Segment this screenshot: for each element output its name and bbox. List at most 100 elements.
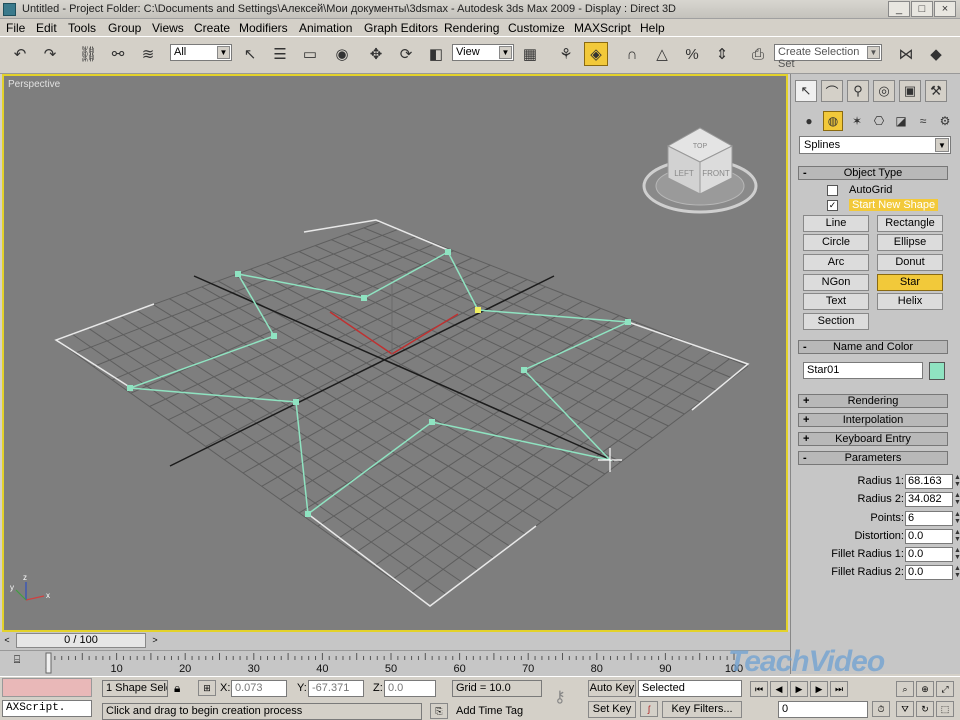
viewcube-icon[interactable]: TOP LEFT FRONT [642, 127, 758, 214]
autogrid-checkbox[interactable] [827, 185, 838, 196]
category-dropdown[interactable]: Splines ▼ [799, 136, 951, 154]
default-tangent-icon[interactable]: ʃ [640, 701, 658, 717]
rectangular-selection-icon[interactable]: ▭ [298, 42, 322, 66]
edit-named-selection-icon[interactable]: ⎙ [746, 42, 770, 66]
arc-button[interactable]: Arc [803, 254, 869, 271]
maximize-viewport-icon[interactable]: ⬚ [936, 701, 954, 717]
next-frame-icon[interactable]: > [148, 633, 162, 648]
distortion-spinner[interactable]: ▲ ▼ [953, 529, 960, 544]
time-config-icon[interactable]: ⏱ [872, 701, 890, 717]
unlink-icon[interactable]: ⚯ [106, 42, 130, 66]
spinner-snap-icon[interactable]: ⇕ [710, 42, 734, 66]
fillet-radius1-spinner[interactable]: ▲ ▼ [953, 547, 960, 562]
radius1-spinner[interactable]: ▲ ▼ [953, 474, 960, 489]
zoom-extents-icon[interactable]: ⤢ [936, 681, 954, 697]
name-color-rollout[interactable]: - Name and Color [798, 340, 948, 354]
motion-tab-icon[interactable]: ◎ [873, 80, 895, 102]
time-slider-thumb[interactable]: 0 / 100 [16, 633, 146, 648]
radius2-input[interactable]: 34.082 [905, 492, 953, 507]
named-selection-dropdown[interactable]: Create Selection Set ▼ [774, 44, 882, 70]
parameters-rollout[interactable]: - Parameters [798, 451, 948, 465]
keyboard-shortcut-override-icon[interactable]: ◈ [584, 42, 608, 66]
create-tab-icon[interactable]: ↖ [795, 80, 817, 102]
go-to-start-icon[interactable]: ⏮ [750, 681, 768, 697]
select-and-link-icon[interactable]: ⛓ [76, 42, 100, 66]
z-coordinate[interactable]: 0.0 [384, 680, 436, 697]
play-icon[interactable]: ▶ [790, 681, 808, 697]
previous-key-icon[interactable]: ◀ [770, 681, 788, 697]
zoom-icon[interactable]: ⌕ [896, 681, 914, 697]
time-slider[interactable]: 0 / 100 < > [0, 632, 790, 650]
geometry-icon[interactable]: ● [799, 111, 819, 131]
modify-tab-icon[interactable]: ⌒ [821, 80, 843, 102]
radius2-spinner[interactable]: ▲ ▼ [953, 492, 960, 507]
points-input[interactable]: 6 [905, 511, 953, 526]
object-type-rollout[interactable]: - Object Type [798, 166, 948, 180]
menu-animation[interactable]: Animation [299, 21, 352, 35]
add-time-tag-icon[interactable]: ⎘ [430, 703, 448, 719]
rendering-rollout[interactable]: + Rendering [798, 394, 948, 408]
y-coordinate[interactable]: -67.371 [308, 680, 364, 697]
text-button[interactable]: Text [803, 293, 869, 310]
section-button[interactable]: Section [803, 313, 869, 330]
x-coordinate[interactable]: 0.073 [231, 680, 287, 697]
cameras-icon[interactable]: ⎔ [869, 111, 889, 131]
align-icon[interactable]: ◆ [924, 42, 948, 66]
menu-tools[interactable]: Tools [68, 21, 96, 35]
menu-customize[interactable]: Customize [508, 21, 565, 35]
donut-button[interactable]: Donut [877, 254, 943, 271]
app-icon[interactable] [3, 3, 16, 16]
set-key-button[interactable]: Set Key [588, 701, 636, 718]
previous-frame-icon[interactable]: < [0, 633, 14, 648]
angle-snap-icon[interactable]: △ [650, 42, 674, 66]
helpers-icon[interactable]: ◪ [891, 111, 911, 131]
move-icon[interactable]: ✥ [364, 42, 388, 66]
orbit-icon[interactable]: ↻ [916, 701, 934, 717]
select-object-icon[interactable]: ↖ [238, 42, 262, 66]
key-filters-button[interactable]: Key Filters... [662, 701, 742, 718]
object-name-input[interactable]: Star01 [803, 362, 923, 379]
field-of-view-icon[interactable]: ⛛ [896, 701, 914, 717]
rotate-icon[interactable]: ⟳ [394, 42, 418, 66]
circle-button[interactable]: Circle [803, 234, 869, 251]
add-time-tag[interactable]: Add Time Tag [456, 705, 523, 717]
points-spinner[interactable]: ▲ ▼ [953, 511, 960, 526]
maxscript-input[interactable]: AXScript. [2, 700, 92, 717]
redo-icon[interactable]: ↷ [38, 42, 62, 66]
undo-icon[interactable]: ↶ [8, 42, 32, 66]
selection-filter-dropdown[interactable]: All ▼ [170, 44, 232, 61]
bind-to-spacewarp-icon[interactable]: ≋ [136, 42, 160, 66]
radius1-input[interactable]: 68.163 [905, 474, 953, 489]
shapes-icon[interactable]: ◍ [823, 111, 843, 131]
absolute-mode-icon[interactable]: ⊞ [198, 680, 216, 696]
menu-create[interactable]: Create [194, 21, 230, 35]
fillet-radius1-input[interactable]: 0.0 [905, 547, 953, 562]
fillet-radius2-spinner[interactable]: ▲ ▼ [953, 565, 960, 580]
keyboard-entry-rollout[interactable]: + Keyboard Entry [798, 432, 948, 446]
rectangle-button[interactable]: Rectangle [877, 215, 943, 232]
auto-key-button[interactable]: Auto Key [588, 680, 636, 697]
display-tab-icon[interactable]: ▣ [899, 80, 921, 102]
menu-help[interactable]: Help [640, 21, 665, 35]
menu-file[interactable]: File [6, 21, 25, 35]
key-mode-dropdown[interactable]: Selected [638, 680, 742, 697]
next-key-icon[interactable]: ▶ [810, 681, 828, 697]
helix-button[interactable]: Helix [877, 293, 943, 310]
percent-snap-icon[interactable]: % [680, 42, 704, 66]
lights-icon[interactable]: ✶ [847, 111, 867, 131]
start-new-shape-checkbox[interactable]: ✓ [827, 200, 838, 211]
close-button[interactable]: × [934, 1, 956, 17]
track-bar[interactable]: ⌸ 0102030405060708090100 [0, 650, 790, 676]
pivot-center-icon[interactable]: ▦ [518, 42, 542, 66]
maxscript-listener-mini[interactable] [2, 678, 92, 697]
menu-modifiers[interactable]: Modifiers [239, 21, 288, 35]
maximize-button[interactable]: □ [911, 1, 933, 17]
hierarchy-tab-icon[interactable]: ⚲ [847, 80, 869, 102]
utilities-tab-icon[interactable]: ⚒ [925, 80, 947, 102]
fillet-radius2-input[interactable]: 0.0 [905, 565, 953, 580]
snaps-toggle-icon[interactable]: ∩ [620, 42, 644, 66]
zoom-all-icon[interactable]: ⊕ [916, 681, 934, 697]
menu-graph-editors[interactable]: Graph Editors [364, 21, 438, 35]
ngon-button[interactable]: NGon [803, 274, 869, 291]
lock-icon[interactable]: 🔒︎ [174, 681, 180, 696]
